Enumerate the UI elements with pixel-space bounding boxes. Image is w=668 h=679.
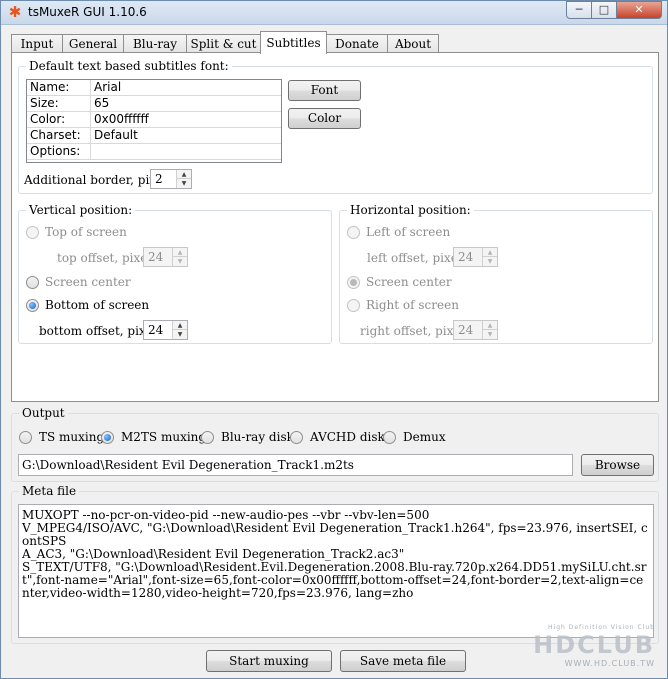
start-muxing-button[interactable]: Start muxing (206, 650, 332, 672)
app-logo-icon: ✱ (8, 3, 22, 21)
subtitles-panel: Default text based subtitles font: Name:… (11, 52, 659, 402)
spin-down-icon[interactable]: ▼ (177, 179, 191, 188)
hdclub-watermark: High Definition Vision Club HDCLUB WWW.H… (510, 624, 655, 674)
font-row-name[interactable]: Name: Arial (27, 80, 281, 96)
radio-left-of-screen[interactable] (347, 226, 360, 239)
spinner-arrows[interactable]: ▲ ▼ (172, 321, 187, 339)
font-row-key: Color: (27, 112, 91, 128)
title-bar[interactable]: ✱ tsMuxeR GUI 1.10.6 ─ □ ✕ (1, 1, 667, 25)
watermark-url: WWW.HD.CLUB.TW (564, 659, 655, 668)
browse-button[interactable]: Browse (581, 454, 654, 476)
meta-file-label: Meta file (19, 484, 80, 498)
tab-donate[interactable]: Donate (326, 34, 388, 53)
font-row-options[interactable]: Options: (27, 144, 281, 160)
save-meta-file-button[interactable]: Save meta file (340, 650, 466, 672)
radio-demux[interactable] (383, 431, 396, 444)
radio-top-of-screen[interactable] (26, 226, 39, 239)
spin-up-icon[interactable]: ▲ (483, 248, 497, 257)
horizontal-position-label: Horizontal position: (347, 203, 474, 217)
vertical-position-label: Vertical position: (26, 203, 136, 217)
bluray-disk-label: Blu-ray disk (221, 430, 294, 444)
spinner-arrows[interactable]: ▲ ▼ (482, 321, 497, 339)
radio-screen-center[interactable] (26, 276, 39, 289)
output-group: Output TS muxing M2TS muxing Blu-ray dis… (11, 406, 659, 482)
radio-right-of-screen[interactable] (347, 299, 360, 312)
font-properties-grid[interactable]: Name: Arial Size: 65 Color: 0x00ffffff C… (26, 79, 282, 163)
radio-m2ts-muxing[interactable] (101, 431, 114, 444)
radio-bluray-disk[interactable] (201, 431, 214, 444)
right-offset-value: 24 (458, 323, 474, 337)
font-button[interactable]: Font (288, 80, 361, 101)
spin-down-icon[interactable]: ▼ (173, 257, 187, 266)
font-row-charset[interactable]: Charset: Default (27, 128, 281, 144)
border-value: 2 (155, 172, 163, 186)
radio-horizontal-center[interactable] (347, 276, 360, 289)
output-label: Output (19, 406, 68, 420)
bottom-of-screen-label: Bottom of screen (45, 298, 150, 312)
horizontal-position-group: Horizontal position: Left of screen left… (339, 203, 653, 344)
minimize-button[interactable]: ─ (566, 1, 592, 19)
spinner-arrows[interactable]: ▲ ▼ (172, 248, 187, 266)
watermark-logo: HDCLUB (533, 631, 655, 659)
ts-muxing-label: TS muxing (39, 430, 105, 444)
spin-up-icon[interactable]: ▲ (173, 321, 187, 330)
radio-ts-muxing[interactable] (19, 431, 32, 444)
font-row-size[interactable]: Size: 65 (27, 96, 281, 112)
tab-input[interactable]: Input (11, 34, 63, 53)
spin-up-icon[interactable]: ▲ (483, 321, 497, 330)
font-row-key: Charset: (27, 128, 91, 144)
horizontal-center-label: Screen center (366, 275, 452, 289)
top-of-screen-label: Top of screen (45, 225, 127, 239)
font-row-key: Size: (27, 96, 91, 112)
font-group: Default text based subtitles font: Name:… (18, 59, 653, 194)
left-of-screen-label: Left of screen (366, 225, 451, 239)
top-offset-value: 24 (148, 250, 164, 264)
right-of-screen-label: Right of screen (366, 298, 459, 312)
meta-file-textarea[interactable]: MUXOPT --no-pcr-on-video-pid --new-audio… (18, 504, 654, 638)
radio-avchd-disk[interactable] (290, 431, 303, 444)
font-group-label: Default text based subtitles font: (26, 59, 232, 73)
spin-up-icon[interactable]: ▲ (177, 170, 191, 179)
color-button[interactable]: Color (288, 108, 361, 129)
bottom-offset-spinner[interactable]: 24 ▲ ▼ (143, 320, 188, 340)
vertical-position-group: Vertical position: Top of screen top off… (18, 203, 332, 344)
left-offset-value: 24 (458, 250, 474, 264)
output-path-input[interactable]: G:\Download\Resident Evil Degeneration_T… (18, 454, 573, 476)
close-button[interactable]: ✕ (616, 1, 662, 19)
font-row-value: Arial (94, 80, 122, 94)
spin-down-icon[interactable]: ▼ (483, 330, 497, 339)
spinner-arrows[interactable]: ▲ ▼ (176, 170, 191, 188)
bottom-offset-value: 24 (148, 323, 164, 337)
font-row-value: 65 (94, 96, 110, 110)
spin-down-icon[interactable]: ▼ (483, 257, 497, 266)
right-offset-spinner[interactable]: 24 ▲ ▼ (453, 320, 498, 340)
font-row-value: 0x00ffffff (94, 112, 149, 126)
font-row-key: Name: (27, 80, 91, 96)
watermark-tagline: High Definition Vision Club (548, 624, 655, 631)
border-spinner[interactable]: 2 ▲ ▼ (150, 169, 192, 189)
spin-up-icon[interactable]: ▲ (173, 248, 187, 257)
left-offset-spinner[interactable]: 24 ▲ ▼ (453, 247, 498, 267)
font-row-value: Default (94, 128, 138, 142)
meta-line: V_MPEG4/ISO/AVC, "G:\Download\Resident E… (22, 521, 648, 548)
maximize-button[interactable]: □ (591, 1, 617, 19)
demux-label: Demux (403, 430, 446, 444)
avchd-disk-label: AVCHD disk (310, 430, 385, 444)
tab-subtitles[interactable]: Subtitles (260, 31, 327, 54)
m2ts-muxing-label: M2TS muxing (121, 430, 207, 444)
app-window: ✱ tsMuxeR GUI 1.10.6 ─ □ ✕ Input General… (0, 0, 668, 679)
tab-split-cut[interactable]: Split & cut (186, 34, 261, 53)
tab-bluray[interactable]: Blu-ray (123, 34, 187, 53)
spin-down-icon[interactable]: ▼ (173, 330, 187, 339)
meta-line: S_TEXT/UTF8, "G:\Download\Resident.Evil.… (22, 560, 647, 600)
tab-general[interactable]: General (62, 34, 124, 53)
font-row-color[interactable]: Color: 0x00ffffff (27, 112, 281, 128)
spinner-arrows[interactable]: ▲ ▼ (482, 248, 497, 266)
radio-bottom-of-screen[interactable] (26, 299, 39, 312)
window-title: tsMuxeR GUI 1.10.6 (28, 5, 147, 19)
font-row-key: Options: (27, 144, 91, 160)
screen-center-label: Screen center (45, 275, 131, 289)
top-offset-spinner[interactable]: 24 ▲ ▼ (143, 247, 188, 267)
tab-about[interactable]: About (387, 34, 439, 53)
